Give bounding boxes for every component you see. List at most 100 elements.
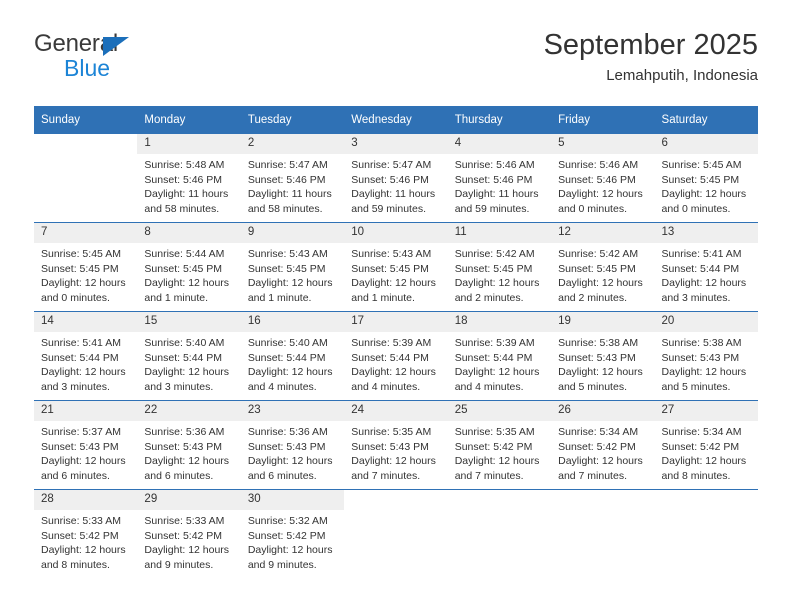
- daylight-text-line2: and 5 minutes.: [558, 380, 627, 393]
- sunrise-text: Sunrise: 5:41 AM: [41, 337, 121, 349]
- calendar-day-cell[interactable]: 11 Sunrise: 5:42 AM Sunset: 5:45 PM Dayligh…: [447, 222, 552, 312]
- day-number: 9: [240, 223, 345, 243]
- calendar-day-cell[interactable]: 5 Sunrise: 5:46 AM Sunset: 5:46 PM Daylight…: [551, 134, 655, 223]
- sunset-text: Sunset: 5:46 PM: [247, 173, 326, 186]
- day-number: 16: [240, 312, 345, 332]
- sunset-text: Sunset: 5:44 PM: [247, 351, 326, 364]
- day-details: Sunrise: 5:37 AM Sunset: 5:43 PM Daylight:…: [34, 421, 137, 483]
- day-number: 12: [551, 223, 655, 243]
- daylight-text-line1: Daylight: 12 hours: [661, 455, 747, 468]
- daylight-text-line2: and 6 minutes.: [41, 469, 110, 482]
- sunrise-text: Sunrise: 5:46 AM: [558, 159, 639, 171]
- sunset-text: Sunset: 5:46 PM: [351, 173, 429, 186]
- calendar-day-cell[interactable]: 1 Sunrise: 5:48 AM Sunset: 5:46 PM Daylight…: [137, 134, 241, 223]
- calendar-day-cell[interactable]: 19 Sunrise: 5:38 AM Sunset: 5:43 PM Dayligh…: [551, 311, 655, 401]
- daylight-text-line1: Daylight: 11 hours: [351, 188, 436, 201]
- calendar-day-cell[interactable]: 2 Sunrise: 5:47 AM Sunset: 5:46 PM Daylight…: [240, 134, 345, 223]
- day-details: Sunrise: 5:40 AM Sunset: 5:44 PM Daylight:…: [137, 332, 240, 394]
- calendar-day-cell[interactable]: 15 Sunrise: 5:40 AM Sunset: 5:44 PM Dayligh…: [137, 311, 241, 401]
- daylight-text-line1: Daylight: 12 hours: [41, 455, 126, 468]
- daylight-text-line2: and 2 minutes.: [454, 291, 524, 304]
- daylight-text-line1: Daylight: 11 hours: [454, 188, 539, 201]
- sunrise-text: Sunrise: 5:36 AM: [247, 426, 328, 438]
- calendar-day-cell[interactable]: 22 Sunrise: 5:36 AM Sunset: 5:43 PM Dayligh…: [137, 400, 241, 490]
- calendar-day-cell[interactable]: 6 Sunrise: 5:45 AM Sunset: 5:45 PM Daylight…: [654, 134, 758, 223]
- calendar-day-cell[interactable]: 26 Sunrise: 5:34 AM Sunset: 5:42 PM Dayligh…: [551, 400, 655, 490]
- daylight-text-line2: and 8 minutes.: [41, 558, 110, 571]
- day-details: Sunrise: 5:45 AM Sunset: 5:45 PM Daylight:…: [655, 154, 758, 216]
- sunrise-text: Sunrise: 5:32 AM: [247, 515, 328, 527]
- calendar-day-cell[interactable]: 7 Sunrise: 5:45 AM Sunset: 5:45 PM Daylight…: [34, 222, 138, 312]
- daylight-text-line2: and 6 minutes.: [247, 469, 317, 482]
- daylight-text-line1: Daylight: 12 hours: [351, 455, 436, 468]
- calendar-day-cell[interactable]: 27 Sunrise: 5:34 AM Sunset: 5:42 PM Dayligh…: [654, 400, 758, 490]
- sunrise-text: Sunrise: 5:35 AM: [454, 426, 535, 438]
- sunset-text: Sunset: 5:42 PM: [454, 440, 533, 453]
- daylight-text-line1: Daylight: 12 hours: [661, 188, 747, 201]
- calendar-day-cell[interactable]: 17 Sunrise: 5:39 AM Sunset: 5:44 PM Dayligh…: [344, 311, 448, 401]
- calendar-day-cell[interactable]: 18 Sunrise: 5:39 AM Sunset: 5:44 PM Dayligh…: [447, 311, 552, 401]
- calendar-day-cell[interactable]: 28 Sunrise: 5:33 AM Sunset: 5:42 PM Dayligh…: [34, 489, 138, 578]
- calendar-day-cell[interactable]: 25 Sunrise: 5:35 AM Sunset: 5:42 PM Dayligh…: [447, 400, 552, 490]
- day-number: 13: [654, 223, 758, 243]
- calendar-day-cell[interactable]: 24 Sunrise: 5:35 AM Sunset: 5:43 PM Dayligh…: [344, 400, 448, 490]
- daylight-text-line2: and 59 minutes.: [454, 202, 530, 215]
- day-details: Sunrise: 5:40 AM Sunset: 5:44 PM Daylight:…: [241, 332, 344, 394]
- day-details: Sunrise: 5:35 AM Sunset: 5:43 PM Daylight:…: [344, 421, 447, 483]
- title-block: September 2025 Lemahputih, Indonesia: [544, 28, 758, 87]
- day-details: Sunrise: 5:36 AM Sunset: 5:43 PM Daylight:…: [241, 421, 344, 483]
- page-title: September 2025: [543, 29, 758, 61]
- sunset-text: Sunset: 5:42 PM: [558, 440, 636, 453]
- weekday-header-tuesday: Tuesday: [240, 106, 345, 134]
- day-number: [447, 490, 552, 510]
- daylight-text-line1: Daylight: 12 hours: [558, 188, 643, 201]
- calendar-day-cell[interactable]: 30 Sunrise: 5:32 AM Sunset: 5:42 PM Dayligh…: [240, 489, 345, 578]
- sunset-text: Sunset: 5:42 PM: [247, 529, 326, 542]
- day-number: 3: [344, 134, 448, 154]
- sunset-text: Sunset: 5:43 PM: [144, 440, 223, 453]
- calendar-day-cell[interactable]: 12 Sunrise: 5:42 AM Sunset: 5:45 PM Dayligh…: [551, 222, 655, 312]
- daylight-text-line2: and 3 minutes.: [661, 291, 731, 304]
- calendar-body: 1 Sunrise: 5:48 AM Sunset: 5:46 PM Daylight…: [34, 134, 758, 578]
- calendar-day-cell[interactable]: 14 Sunrise: 5:41 AM Sunset: 5:44 PM Dayligh…: [34, 311, 138, 401]
- day-details: Sunrise: 5:32 AM Sunset: 5:42 PM Daylight:…: [241, 510, 344, 572]
- sunrise-text: Sunrise: 5:47 AM: [247, 159, 328, 171]
- sunset-text: Sunset: 5:43 PM: [41, 440, 119, 453]
- day-number: 5: [551, 134, 655, 154]
- calendar-day-cell[interactable]: 3 Sunrise: 5:47 AM Sunset: 5:46 PM Daylight…: [344, 134, 448, 223]
- daylight-text-line2: and 0 minutes.: [661, 202, 731, 215]
- sunrise-text: Sunrise: 5:42 AM: [454, 248, 535, 260]
- sunset-text: Sunset: 5:44 PM: [41, 351, 119, 364]
- calendar-day-cell[interactable]: 23 Sunrise: 5:36 AM Sunset: 5:43 PM Dayligh…: [240, 400, 345, 490]
- day-details: Sunrise: 5:42 AM Sunset: 5:45 PM Daylight:…: [551, 243, 654, 305]
- calendar-day-cell[interactable]: 20 Sunrise: 5:38 AM Sunset: 5:43 PM Dayligh…: [654, 311, 758, 401]
- sunrise-text: Sunrise: 5:45 AM: [41, 248, 121, 260]
- sunrise-text: Sunrise: 5:33 AM: [41, 515, 121, 527]
- daylight-text-line1: Daylight: 12 hours: [661, 277, 747, 290]
- general-blue-logo[interactable]: General Blue: [34, 28, 224, 90]
- sunrise-text: Sunrise: 5:37 AM: [41, 426, 121, 438]
- sunrise-text: Sunrise: 5:34 AM: [661, 426, 742, 438]
- calendar-day-cell[interactable]: 16 Sunrise: 5:40 AM Sunset: 5:44 PM Dayligh…: [240, 311, 345, 401]
- sunset-text: Sunset: 5:45 PM: [144, 262, 223, 275]
- day-number: 17: [344, 312, 448, 332]
- sunrise-text: Sunrise: 5:36 AM: [144, 426, 225, 438]
- daylight-text-line1: Daylight: 12 hours: [144, 544, 230, 557]
- calendar-day-cell[interactable]: 13 Sunrise: 5:41 AM Sunset: 5:44 PM Dayligh…: [654, 222, 758, 312]
- sunrise-text: Sunrise: 5:45 AM: [661, 159, 742, 171]
- day-details: Sunrise: 5:42 AM Sunset: 5:45 PM Daylight:…: [448, 243, 551, 305]
- calendar-day-cell[interactable]: 10 Sunrise: 5:43 AM Sunset: 5:45 PM Dayligh…: [344, 222, 448, 312]
- sunset-text: Sunset: 5:43 PM: [661, 351, 740, 364]
- weekday-header-sunday: Sunday: [34, 106, 138, 134]
- calendar-day-cell[interactable]: 9 Sunrise: 5:43 AM Sunset: 5:45 PM Daylight…: [240, 222, 345, 312]
- sunrise-text: Sunrise: 5:40 AM: [247, 337, 328, 349]
- day-details: Sunrise: 5:39 AM Sunset: 5:44 PM Daylight:…: [448, 332, 551, 394]
- calendar-day-cell[interactable]: 8 Sunrise: 5:44 AM Sunset: 5:45 PM Daylight…: [137, 222, 241, 312]
- daylight-text-line1: Daylight: 12 hours: [247, 455, 333, 468]
- daylight-text-line2: and 4 minutes.: [351, 380, 421, 393]
- calendar-day-cell[interactable]: 4 Sunrise: 5:46 AM Sunset: 5:46 PM Daylight…: [447, 134, 552, 223]
- day-number: 19: [551, 312, 655, 332]
- calendar-day-cell[interactable]: 21 Sunrise: 5:37 AM Sunset: 5:43 PM Dayligh…: [34, 400, 138, 490]
- day-details: Sunrise: 5:39 AM Sunset: 5:44 PM Daylight:…: [344, 332, 447, 394]
- calendar-day-cell[interactable]: 29 Sunrise: 5:33 AM Sunset: 5:42 PM Dayligh…: [137, 489, 241, 578]
